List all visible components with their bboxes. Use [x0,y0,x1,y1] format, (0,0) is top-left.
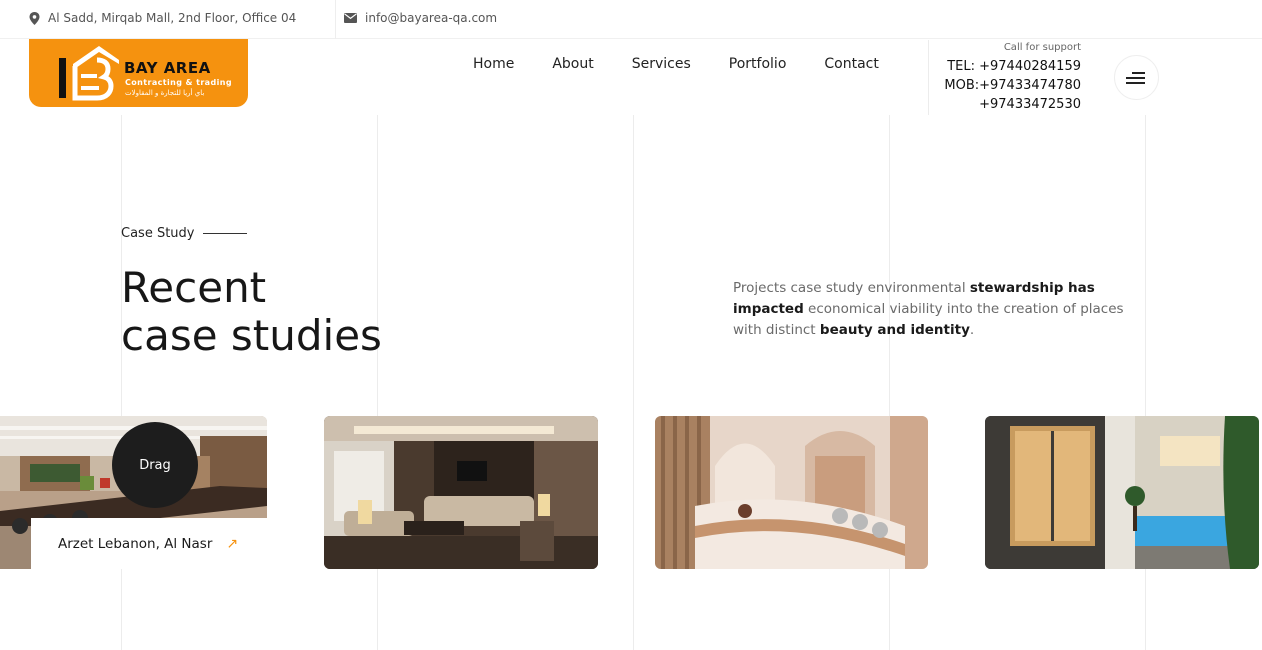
case-study-title[interactable]: Arzet Lebanon, Al Nasr [58,536,212,552]
drag-cursor-badge[interactable]: Drag [112,422,198,508]
address-text: Al Sadd, Mirqab Mall, 2nd Floor, Office … [48,11,297,25]
envelope-icon [344,13,357,23]
menu-bar [1126,82,1145,84]
section-description: Projects case study environmental stewar… [733,278,1143,341]
main-nav: Home About Services Portfolio Contact [473,56,879,72]
menu-bar [1126,77,1145,79]
section-headline: Recent case studies [121,264,382,360]
email-info[interactable]: info@bayarea-qa.com [344,11,497,25]
desc-part: . [969,322,975,338]
logo-mark-icon [59,46,119,101]
nav-portfolio[interactable]: Portfolio [729,56,787,72]
headline-line-2: case studies [121,311,382,360]
case-study-card-image[interactable] [985,416,1259,569]
drag-label: Drag [139,457,171,473]
hamburger-menu-button[interactable] [1114,55,1159,100]
guide-line [377,115,378,650]
nav-services[interactable]: Services [632,56,691,72]
support-mob[interactable]: MOB:+97433474780 [944,76,1081,95]
desc-part: Projects case study environmental [733,280,970,296]
logo-brand-text: BAY AREA [124,59,211,77]
header-divider [928,40,929,115]
email-link[interactable]: info@bayarea-qa.com [365,11,497,25]
case-study-card-image[interactable] [655,416,928,569]
address-info: Al Sadd, Mirqab Mall, 2nd Floor, Office … [29,11,296,25]
logo-tagline-arabic: باي أريا للتجارة و المقاولات [125,89,205,97]
guide-line [889,115,890,650]
logo-tagline: Contracting & trading [125,78,232,87]
guide-line [633,115,634,650]
section-eyebrow: Case Study [121,226,248,241]
topbar-divider [335,0,336,39]
guide-line [121,115,122,650]
eyebrow-line [203,233,248,234]
top-info-bar: Al Sadd, Mirqab Mall, 2nd Floor, Office … [0,0,1262,39]
villa-pool-image [985,416,1259,569]
nav-home[interactable]: Home [473,56,514,72]
living-room-image [324,416,598,569]
case-study-card-image[interactable] [324,416,598,569]
guide-line [1145,115,1146,650]
case-study-caption[interactable]: Arzet Lebanon, Al Nasr ↗ [31,518,267,569]
nav-about[interactable]: About [552,56,593,72]
site-logo[interactable]: BAY AREA Contracting & trading باي أريا … [29,39,248,107]
support-contact: Call for support TEL: +97440284159 MOB:+… [944,42,1081,114]
eyebrow-label: Case Study [121,226,195,241]
arrow-up-right-icon[interactable]: ↗ [226,536,238,552]
headline-line-1: Recent [121,263,267,312]
menu-bar [1132,72,1145,74]
desc-highlight: beauty and identity [819,322,970,338]
cafe-interior-image [655,416,928,569]
support-tel[interactable]: TEL: +97440284159 [944,57,1081,76]
nav-contact[interactable]: Contact [824,56,878,72]
support-label: Call for support [1003,42,1081,53]
support-mob-2[interactable]: +97433472530 [944,95,1081,114]
location-pin-icon [29,11,40,25]
